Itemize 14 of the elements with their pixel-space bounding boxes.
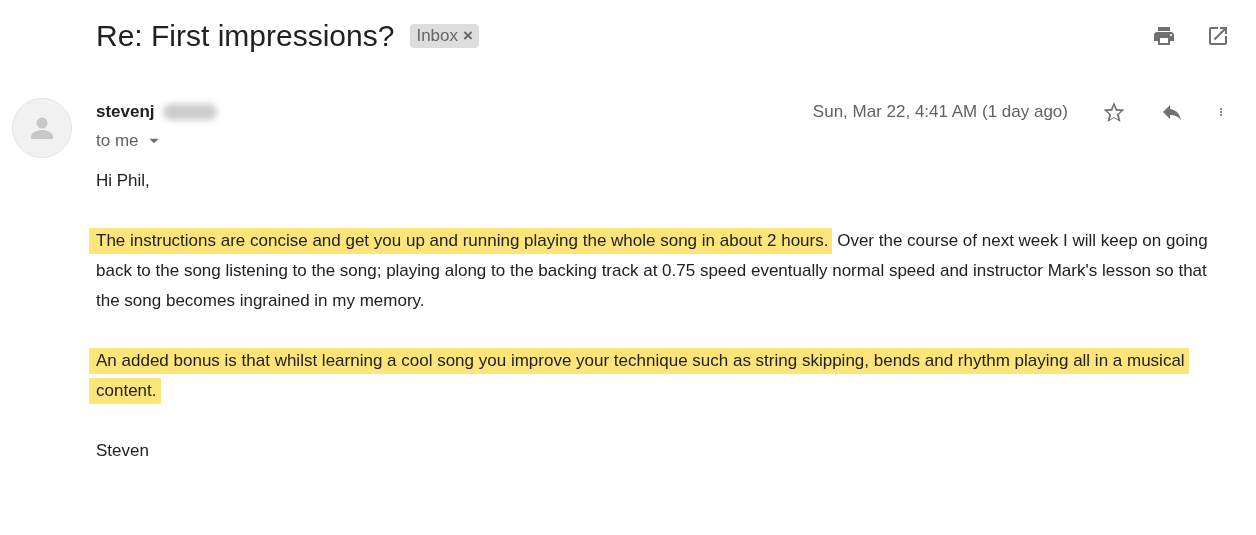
print-icon[interactable] xyxy=(1152,24,1176,48)
blurred-surname xyxy=(162,104,217,120)
avatar-icon xyxy=(12,98,72,158)
message-paragraph: Hi Phil, xyxy=(95,170,151,192)
star-icon[interactable] xyxy=(1102,100,1126,124)
recipient-text: to me xyxy=(96,131,139,151)
message-paragraph: The instructions are concise and get you up and running playing the whole song in about 2 hours. Over the course of next week I will keep on going back to the song listening to the song; playing along to the backing track at 0.75 speed eventually normal speed and instructor Mark's lesson so that the song becomes ingrained in my memory. xyxy=(88,226,1216,316)
message-date: Sun, Mar 22, 4:41 AM (1 day ago) xyxy=(812,102,1068,122)
label-text: Inbox xyxy=(416,26,458,46)
remove-label-button[interactable]: × xyxy=(463,26,473,46)
sender-name: stevenj xyxy=(96,102,155,122)
email-subject: Re: First impressions? xyxy=(96,19,395,53)
message-paragraph: Steven xyxy=(95,440,150,462)
open-in-new-window-icon[interactable] xyxy=(1206,24,1230,48)
